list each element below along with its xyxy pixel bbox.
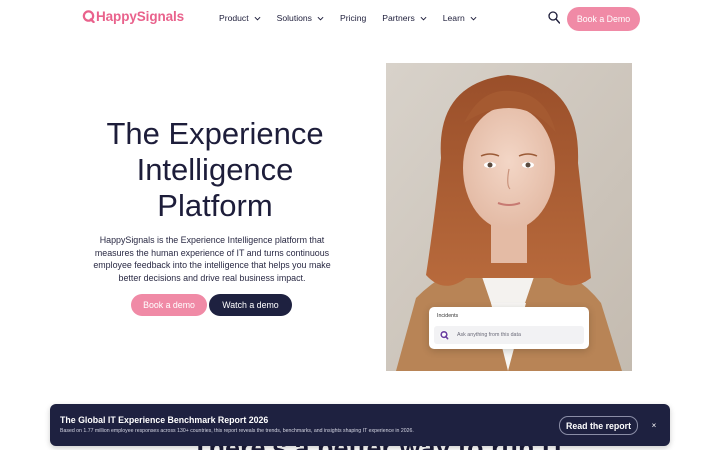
- nav-item-partners[interactable]: Partners: [382, 13, 427, 23]
- search-icon[interactable]: [548, 11, 560, 24]
- close-icon[interactable]: ×: [649, 419, 659, 431]
- chat-assistant-icon: [439, 330, 449, 340]
- logo[interactable]: HappySignals: [82, 9, 184, 24]
- report-banner: The Global IT Experience Benchmark Repor…: [50, 404, 670, 446]
- chevron-down-icon: [254, 16, 261, 20]
- logo-mark-icon: [82, 10, 95, 23]
- chevron-down-icon: [470, 16, 477, 20]
- nav-item-label: Partners: [382, 13, 415, 23]
- nav-item-solutions[interactable]: Solutions: [277, 13, 324, 23]
- hero-title: The Experience Intelligence Platform: [106, 116, 324, 223]
- site-header: HappySignals Product Solutions Pricing P…: [0, 0, 720, 38]
- nav-item-label: Pricing: [339, 13, 367, 23]
- book-demo-button[interactable]: Book a demo: [131, 294, 207, 316]
- banner-subtitle: Based on 1.77 million employee responses…: [60, 428, 414, 434]
- chevron-down-icon: [420, 16, 427, 20]
- book-demo-header-button[interactable]: Book a Demo: [567, 7, 640, 31]
- read-report-button[interactable]: Read the report: [559, 416, 638, 435]
- nav-item-learn[interactable]: Learn: [443, 13, 477, 23]
- incidents-card: Incidents Ask anything from this data: [429, 307, 589, 349]
- logo-text: HappySignals: [96, 9, 185, 24]
- nav-item-label: Solutions: [276, 13, 312, 23]
- nav-item-pricing[interactable]: Pricing: [340, 13, 366, 23]
- banner-title: The Global IT Experience Benchmark Repor…: [60, 415, 269, 425]
- nav-item-product[interactable]: Product: [219, 13, 261, 23]
- ask-data-input[interactable]: Ask anything from this data: [434, 326, 584, 344]
- incidents-card-title: Incidents: [437, 313, 459, 319]
- nav-item-label: Product: [219, 13, 249, 23]
- main-nav: Product Solutions Pricing Partners Learn: [219, 13, 493, 23]
- chevron-down-icon: [317, 16, 324, 20]
- hero-description: HappySignals is the Experience Intellige…: [93, 235, 331, 283]
- watch-demo-button[interactable]: Watch a demo: [209, 294, 292, 316]
- ask-data-placeholder: Ask anything from this data: [457, 332, 521, 338]
- nav-item-label: Learn: [442, 13, 465, 23]
